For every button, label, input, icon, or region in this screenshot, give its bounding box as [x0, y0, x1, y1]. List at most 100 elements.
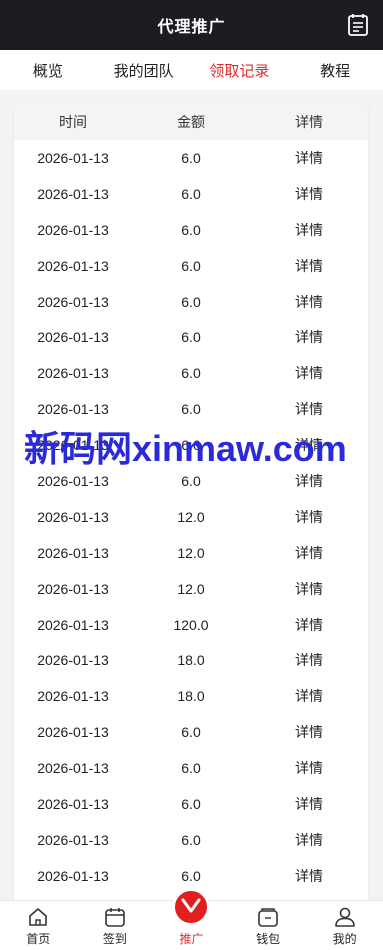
nav-promo-label: 推广: [179, 932, 204, 946]
row-detail-link[interactable]: 详情: [250, 722, 368, 742]
row-detail-link[interactable]: 详情: [250, 794, 368, 814]
row-time: 2026-01-13: [37, 867, 109, 884]
row-time: 2026-01-13: [37, 544, 109, 561]
header-detail: 详情: [295, 114, 323, 130]
nav-mine[interactable]: 我的: [306, 900, 383, 950]
table-row: 2026-01-13 6.0 详情: [14, 714, 368, 750]
table-row: 2026-01-13 6.0 详情: [14, 248, 368, 284]
row-time: 2026-01-13: [37, 616, 109, 633]
table-row: 2026-01-13 6.0 详情: [14, 750, 368, 786]
table-row: 2026-01-13 6.0 详情: [14, 822, 368, 858]
row-amount: 6.0: [181, 365, 201, 382]
row-amount: 6.0: [181, 760, 201, 777]
row-amount: 120.0: [173, 616, 209, 633]
nav-home[interactable]: 首页: [0, 900, 77, 950]
table-row: 2026-01-13 6.0 详情: [14, 140, 368, 176]
row-time: 2026-01-13: [37, 329, 109, 346]
row-amount: 6.0: [181, 724, 201, 741]
page-title: 代理推广: [157, 19, 226, 36]
row-amount: 6.0: [181, 257, 201, 274]
nav-wallet[interactable]: 钱包: [230, 900, 307, 950]
row-time: 2026-01-13: [37, 472, 109, 489]
row-detail-link[interactable]: 详情: [250, 471, 368, 491]
row-detail-link[interactable]: 详情: [250, 256, 368, 276]
table-row: 2026-01-13 6.0 详情: [14, 284, 368, 320]
row-detail-link[interactable]: 详情: [250, 292, 368, 312]
calendar-icon: [105, 908, 125, 927]
row-amount: 18.0: [177, 652, 205, 669]
table-row: 2026-01-13 6.0 详情: [14, 176, 368, 212]
row-detail-link[interactable]: 详情: [250, 543, 368, 563]
row-time: 2026-01-13: [37, 688, 109, 705]
row-detail-link[interactable]: 详情: [250, 650, 368, 670]
table-row: 2026-01-13 12.0 详情: [14, 535, 368, 571]
row-amount: 6.0: [181, 795, 201, 812]
header-time: 时间: [59, 114, 87, 130]
tab-overview[interactable]: 概览: [0, 60, 96, 81]
row-time: 2026-01-13: [37, 580, 109, 597]
row-amount: 18.0: [177, 688, 205, 705]
row-time: 2026-01-13: [37, 257, 109, 274]
document-icon[interactable]: [347, 13, 369, 37]
row-time: 2026-01-13: [37, 401, 109, 418]
row-detail-link[interactable]: 详情: [250, 830, 368, 850]
row-detail-link[interactable]: 详情: [250, 758, 368, 778]
row-detail-link[interactable]: 详情: [250, 507, 368, 527]
nav-mine-label: 我的: [332, 932, 357, 946]
row-time: 2026-01-13: [37, 652, 109, 669]
row-time: 2026-01-13: [37, 293, 109, 310]
nav-checkin[interactable]: 签到: [77, 900, 154, 950]
table-row: 2026-01-13 12.0 详情: [14, 571, 368, 607]
table-row: 2026-01-13 12.0 详情: [14, 499, 368, 535]
nav-wallet-label: 钱包: [256, 932, 281, 946]
bottom-nav: 首页 签到 推广 钱包 我的: [0, 888, 383, 950]
table-header: 时间 金额 详情: [14, 104, 368, 140]
tab-my-team[interactable]: 我的团队: [96, 60, 192, 81]
row-amount: 12.0: [177, 580, 205, 597]
row-detail-link[interactable]: 详情: [250, 148, 368, 168]
tab-tutorial[interactable]: 教程: [287, 60, 383, 81]
row-time: 2026-01-13: [37, 831, 109, 848]
row-amount: 6.0: [181, 185, 201, 202]
row-time: 2026-01-13: [37, 760, 109, 777]
row-detail-link[interactable]: 详情: [250, 327, 368, 347]
row-detail-link[interactable]: 详情: [250, 615, 368, 635]
app-header: 代理推广: [0, 0, 383, 50]
nav-promo[interactable]: 推广: [153, 888, 230, 950]
table-body: 2026-01-13 6.0 详情 2026-01-13 6.0 详情 2026-01-13…: [14, 140, 368, 894]
table-row: 2026-01-13 18.0 详情: [14, 678, 368, 714]
row-amount: 6.0: [181, 293, 201, 310]
row-detail-link[interactable]: 详情: [250, 686, 368, 706]
row-detail-link[interactable]: 详情: [250, 579, 368, 599]
row-time: 2026-01-13: [37, 795, 109, 812]
row-detail-link[interactable]: 详情: [250, 866, 368, 886]
table-row: 2026-01-13 6.0 详情: [14, 212, 368, 248]
promo-icon: [172, 888, 211, 926]
row-detail-link[interactable]: 详情: [250, 184, 368, 204]
tab-bar: 概览 我的团队 领取记录 教程: [0, 50, 383, 90]
nav-checkin-label: 签到: [102, 932, 127, 946]
tab-claim-records[interactable]: 领取记录: [192, 60, 288, 81]
row-amount: 6.0: [181, 867, 201, 884]
row-detail-link[interactable]: 详情: [250, 399, 368, 419]
row-time: 2026-01-13: [37, 221, 109, 238]
wallet-icon: [258, 908, 278, 927]
row-amount: 6.0: [181, 831, 201, 848]
row-amount: 6.0: [181, 329, 201, 346]
user-icon: [334, 907, 355, 927]
row-amount: 6.0: [181, 149, 201, 166]
home-icon: [29, 908, 48, 926]
row-detail-link[interactable]: 详情: [250, 363, 368, 383]
row-time: 2026-01-13: [37, 508, 109, 525]
row-amount: 12.0: [177, 508, 205, 525]
row-amount: 12.0: [177, 544, 205, 561]
row-amount: 6.0: [181, 472, 201, 489]
table-row: 2026-01-13 6.0 详情: [14, 355, 368, 391]
row-amount: 6.0: [181, 221, 201, 238]
row-time: 2026-01-13: [37, 365, 109, 382]
table-row: 2026-01-13 6.0 详情: [14, 319, 368, 355]
table-row: 2026-01-13 120.0 详情: [14, 607, 368, 643]
row-detail-link[interactable]: 详情: [250, 220, 368, 240]
nav-home-label: 首页: [26, 932, 51, 946]
row-time: 2026-01-13: [37, 149, 109, 166]
